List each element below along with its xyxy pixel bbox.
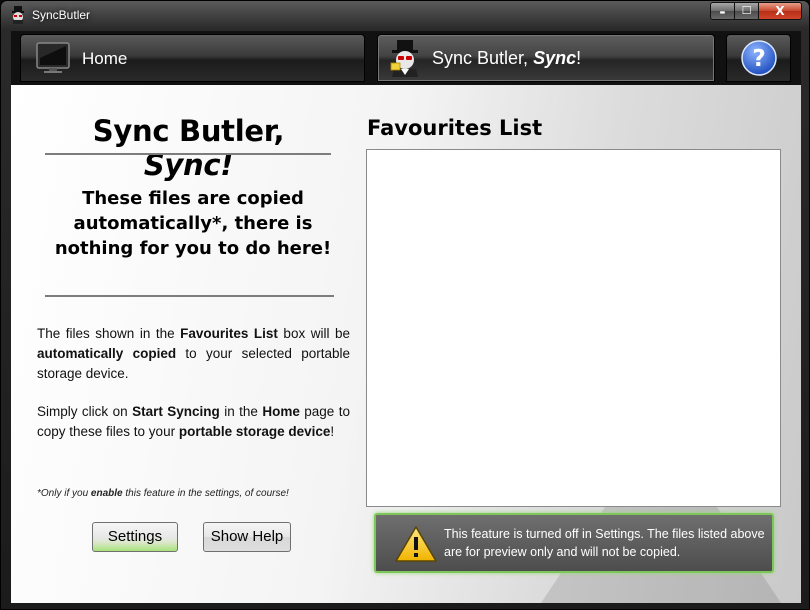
show-help-button[interactable]: Show Help bbox=[203, 522, 291, 552]
notice-heading: These files are copied automatically*, t… bbox=[54, 188, 332, 259]
description-paragraph: The files shown in the Favourites List b… bbox=[37, 326, 350, 381]
close-button[interactable]: X bbox=[758, 2, 802, 20]
minimize-icon: ▬ bbox=[719, 9, 726, 16]
question-mark-icon: ? bbox=[741, 40, 777, 76]
settings-button[interactable]: Settings bbox=[92, 522, 178, 552]
content-area: Sync Butler, Sync! These files are copie… bbox=[11, 85, 801, 603]
tab-sync-label: Sync Butler, Sync! bbox=[432, 48, 582, 68]
divider bbox=[45, 295, 334, 297]
warning-text: This feature is turned off in Settings. … bbox=[444, 527, 765, 559]
tab-strip: Home Sync Butler, Sync! ? bbox=[11, 31, 801, 85]
minimize-button[interactable]: ▬ bbox=[710, 2, 735, 20]
svg-text:?: ? bbox=[752, 46, 765, 72]
monitor-icon bbox=[36, 42, 70, 73]
page-title: Sync Butler, Sync! bbox=[92, 114, 285, 182]
tab-sync[interactable]: Sync Butler, Sync! bbox=[377, 34, 715, 82]
tab-home-label: Home bbox=[82, 49, 128, 68]
warning-icon bbox=[395, 526, 437, 562]
close-icon: X bbox=[775, 4, 785, 18]
maximize-button[interactable]: ☐ bbox=[734, 2, 759, 20]
favourites-list-title: Favourites List bbox=[367, 116, 543, 140]
divider bbox=[45, 153, 331, 155]
tab-help[interactable]: ? bbox=[726, 34, 791, 82]
favourites-list[interactable] bbox=[366, 149, 781, 507]
maximize-icon: ☐ bbox=[741, 4, 752, 17]
app-window: SyncButler ▬ ☐ X Home Sync Butler, Sync!… bbox=[0, 0, 810, 610]
title-bar[interactable]: SyncButler ▬ ☐ X bbox=[1, 1, 809, 29]
butler-icon bbox=[390, 40, 418, 77]
warning-banner: This feature is turned off in Settings. … bbox=[374, 513, 774, 573]
footnote: *Only if you enable this feature in the … bbox=[37, 488, 289, 499]
butler-app-icon bbox=[12, 6, 24, 24]
window-title: SyncButler bbox=[32, 8, 91, 22]
tab-home[interactable]: Home bbox=[20, 34, 365, 82]
instruction-paragraph: Simply click on Start Syncing in the Hom… bbox=[37, 404, 350, 439]
